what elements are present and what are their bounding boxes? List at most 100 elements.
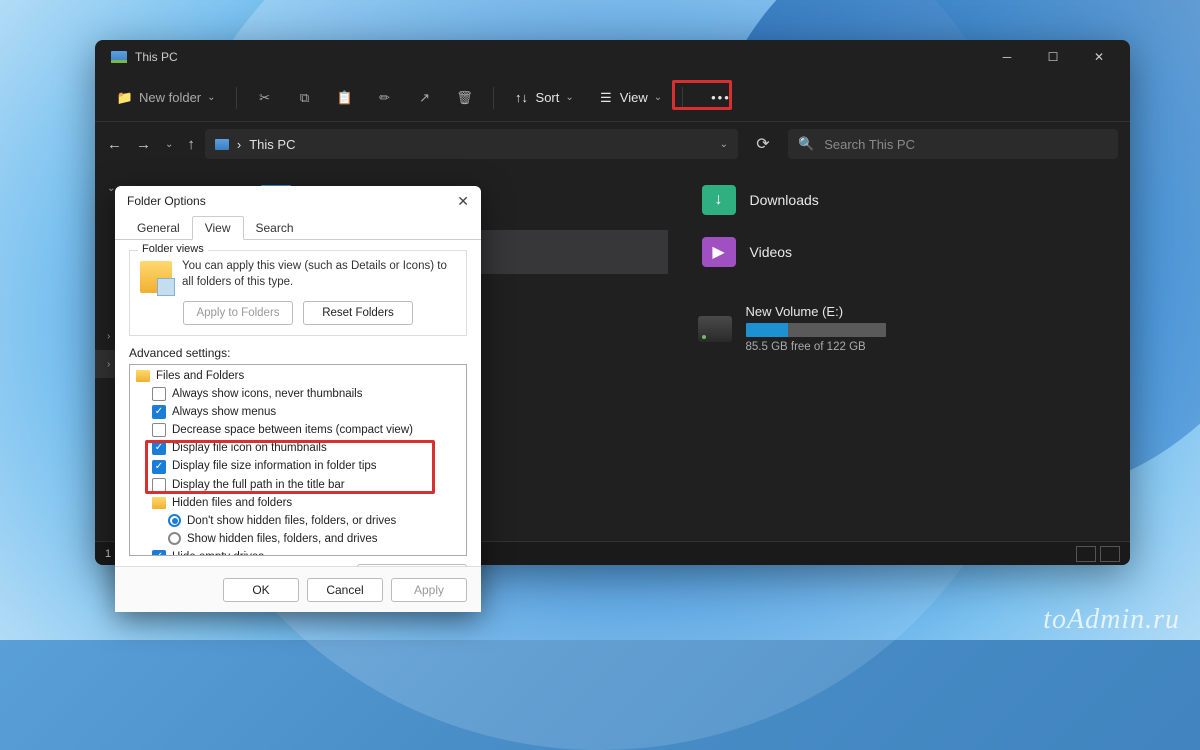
search-icon: 🔍 [798,136,814,152]
option-always-icons[interactable]: Always show icons, never thumbnails [130,385,466,403]
address-dropdown[interactable]: ⌄ [720,139,728,150]
tab-search[interactable]: Search [244,217,306,239]
cut-button[interactable]: ✂ [247,82,283,114]
group-hidden-files: Hidden files and folders [130,494,466,512]
folder-icon [136,370,150,382]
folder-views-text: You can apply this view (such as Details… [182,259,456,290]
rename-icon: ✏ [377,90,393,106]
cut-icon: ✂ [257,90,273,106]
paste-icon: 📋 [337,90,353,106]
dialog-tabs: General View Search [115,216,481,240]
option-decrease-space[interactable]: Decrease space between items (compact vi… [130,421,466,439]
view-label: View [620,90,648,105]
share-button[interactable]: ↗ [407,82,443,114]
folder-icon: ↓ [702,185,736,215]
tab-view[interactable]: View [192,216,244,240]
up-button[interactable]: ↑ [187,136,195,153]
search-box[interactable]: 🔍 Search This PC [788,129,1118,159]
chevron-down-icon: ⌄ [565,92,573,103]
copy-icon: ⧉ [297,90,313,106]
view-icon: ☰ [598,90,614,106]
option-display-size[interactable]: ✓Display file size information in folder… [130,457,466,475]
toolbar: 📁 New folder ⌄ ✂ ⧉ 📋 ✏ ↗ 🗑 ↑↓ Sort ⌄ ☰ V… [95,74,1130,122]
option-show-hidden[interactable]: Show hidden files, folders, and drives [130,530,466,548]
forward-button[interactable]: → [136,136,151,153]
folder-item[interactable]: ↓Downloads [698,178,1111,222]
dialog-footer: OK Cancel Apply [115,566,481,612]
breadcrumb-location[interactable]: This PC [249,137,295,152]
tab-general[interactable]: General [125,217,192,239]
checkbox-icon[interactable]: ✓ [152,405,166,419]
share-icon: ↗ [417,90,433,106]
checkbox-icon[interactable]: ✓ [152,550,166,556]
option-always-menus[interactable]: ✓Always show menus [130,403,466,421]
drive-usage-bar [746,323,886,337]
folder-views-icon [140,261,172,293]
details-view-icon[interactable] [1076,546,1096,562]
copy-button[interactable]: ⧉ [287,82,323,114]
delete-icon: 🗑 [457,90,473,106]
this-pc-icon [215,139,229,150]
address-bar[interactable]: › This PC ⌄ [205,129,738,159]
checkbox-icon[interactable] [152,478,166,492]
apply-button[interactable]: Apply [391,578,467,602]
advanced-settings-label: Advanced settings: [129,346,467,360]
chevron-down-icon: ⌄ [654,92,662,103]
watermark: toAdmin.ru [1043,604,1180,636]
thumbnails-view-icon[interactable] [1100,546,1120,562]
group-files-folders: Files and Folders [130,367,466,385]
rename-button[interactable]: ✏ [367,82,403,114]
checkbox-icon[interactable]: ✓ [152,441,166,455]
radio-icon[interactable] [168,514,181,527]
sort-icon: ↑↓ [514,90,530,106]
delete-button[interactable]: 🗑 [447,82,483,114]
breadcrumb-separator: › [237,137,241,152]
paste-button[interactable]: 📋 [327,82,363,114]
checkbox-icon[interactable]: ✓ [152,460,166,474]
navigation-row: ← → ⌄ ↑ › This PC ⌄ ⟳ 🔍 Search This PC [95,122,1130,166]
minimize-button[interactable]: ─ [984,40,1030,74]
checkbox-icon[interactable] [152,423,166,437]
option-dont-show-hidden[interactable]: Don't show hidden files, folders, or dri… [130,512,466,530]
reset-folders-button[interactable]: Reset Folders [303,301,413,325]
recent-locations-button[interactable]: ⌄ [165,139,173,150]
sort-button[interactable]: ↑↓ Sort ⌄ [504,82,584,114]
back-button[interactable]: ← [107,136,122,153]
more-button[interactable]: ••• [693,82,749,114]
sort-label: Sort [536,90,560,105]
option-hide-empty[interactable]: ✓Hide empty drives [130,548,466,556]
folder-views-legend: Folder views [138,243,208,255]
drive-free-text: 85.5 GB free of 122 GB [746,341,1111,353]
dialog-title: Folder Options [127,194,206,208]
close-button[interactable]: ✕ [1076,40,1122,74]
view-button[interactable]: ☰ View ⌄ [588,82,672,114]
this-pc-icon [111,51,127,63]
titlebar[interactable]: This PC ─ ☐ ✕ [95,40,1130,74]
folder-label: Videos [750,244,793,260]
maximize-button[interactable]: ☐ [1030,40,1076,74]
apply-to-folders-button[interactable]: Apply to Folders [183,301,293,325]
option-display-full-path[interactable]: Display the full path in the title bar [130,476,466,494]
ok-button[interactable]: OK [223,578,299,602]
drive-item[interactable]: New Volume (E:) 85.5 GB free of 122 GB [698,304,1111,353]
search-placeholder: Search This PC [824,137,915,152]
chevron-down-icon: ⌄ [207,92,215,103]
folder-item[interactable]: ▶ Videos [698,230,1111,274]
folder-icon [152,497,166,509]
folder-views-group: Folder views You can apply this view (su… [129,250,467,336]
window-title: This PC [135,50,178,64]
item-count: 1 [105,548,111,560]
checkbox-icon[interactable] [152,387,166,401]
radio-icon[interactable] [168,532,181,545]
new-folder-icon: 📁 [117,90,133,106]
drive-icon [698,316,732,342]
dialog-titlebar[interactable]: Folder Options ✕ [115,186,481,216]
new-folder-button[interactable]: 📁 New folder ⌄ [107,82,226,114]
drive-name: New Volume (E:) [746,304,1111,319]
advanced-settings-list[interactable]: Files and Folders Always show icons, nev… [129,364,467,556]
refresh-button[interactable]: ⟳ [748,134,778,154]
close-button[interactable]: ✕ [457,193,469,210]
option-display-file-icon[interactable]: ✓Display file icon on thumbnails [130,439,466,457]
cancel-button[interactable]: Cancel [307,578,383,602]
folder-icon: ▶ [702,237,736,267]
